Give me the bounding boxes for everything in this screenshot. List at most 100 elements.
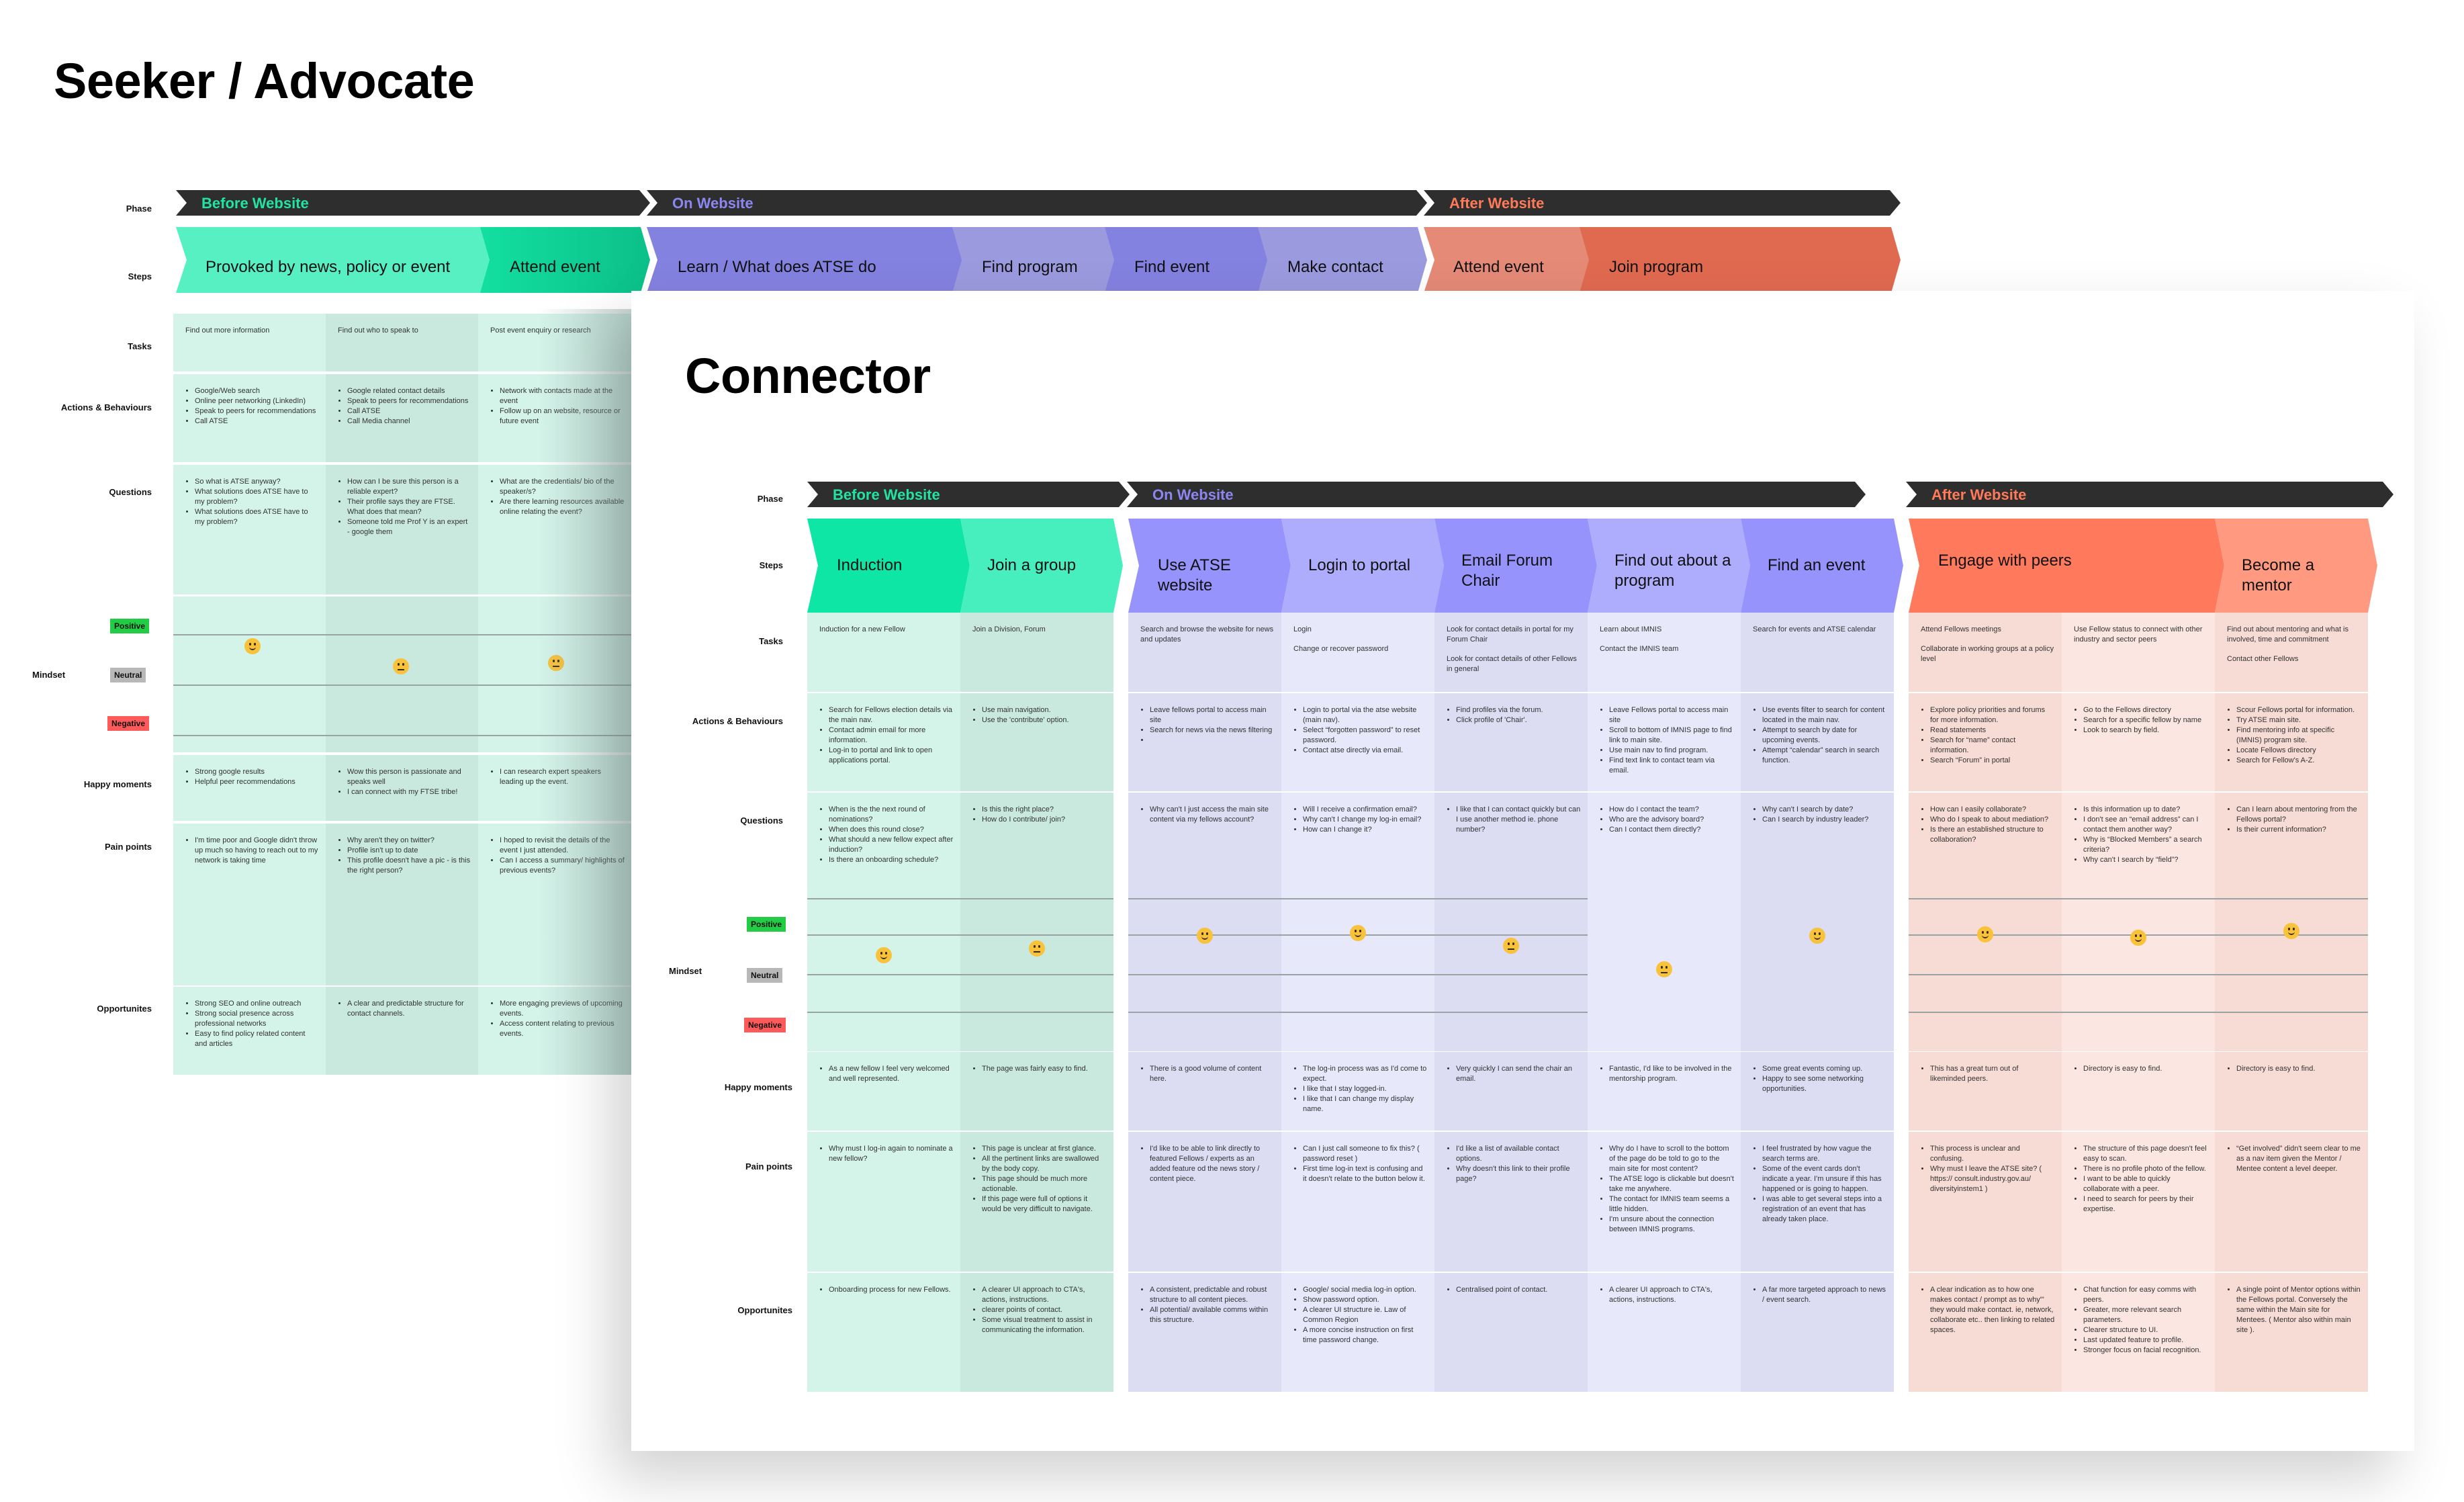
- step-label: Learn / What does ATSE do: [678, 258, 876, 276]
- bullet-list: A clearer UI approach to CTA's, actions,…: [972, 1285, 1107, 1335]
- list-item: How do I contribute/ join?: [982, 815, 1107, 825]
- task-text: Find out more information: [185, 326, 270, 335]
- smiling-face-icon: [1977, 926, 1993, 942]
- emoji-part: [249, 643, 251, 646]
- bullet-list: How can I easily collaborate?Who do I sp…: [1921, 805, 2055, 845]
- list-item: How do I contact the team?: [1609, 805, 1734, 815]
- list-item: Call ATSE: [347, 406, 471, 416]
- emoji-part: [1206, 932, 1208, 935]
- happy-cell: Directory is easy to find.: [2215, 1052, 2368, 1131]
- pain-cell: This process is unclear and confusing.Wh…: [1909, 1132, 2062, 1272]
- step-label: Find out about a program: [1614, 551, 1731, 590]
- bullet-list: Very quickly I can send the chair an ema…: [1447, 1064, 1581, 1084]
- list-item: Explore policy priorities and forums for…: [1930, 705, 2055, 725]
- bullet-list: Strong SEO and online outreachStrong soc…: [185, 999, 319, 1049]
- phase-label: Before Website: [201, 195, 309, 212]
- bullet-list: A clearer UI approach to CTA's, actions,…: [1600, 1285, 1734, 1305]
- list-item: Profile isn't up to date: [347, 846, 471, 856]
- emoji-part: [1819, 932, 1821, 935]
- list-item: Will I receive a confirmation email?: [1303, 805, 1428, 815]
- mindset-cell: [2062, 893, 2215, 1051]
- task-text: Collaborate in working groups at a polic…: [1921, 645, 2054, 663]
- list-item: There is no profile photo of the fellow.: [2083, 1164, 2208, 1174]
- pain-cell: Can I just call someone to fix this? ( p…: [1281, 1132, 1434, 1272]
- task-text: Look for contact details in portal for m…: [1447, 625, 1573, 644]
- list-item: The log-in process was as I'd come to ex…: [1303, 1064, 1428, 1084]
- phase-label: On Website: [672, 195, 754, 212]
- opportunities-cell: Strong SEO and online outreachStrong soc…: [173, 987, 326, 1075]
- step-label: Make contact: [1287, 258, 1383, 276]
- emoji-part: [1512, 942, 1514, 945]
- bullet-list: As a new fellow I feel very welcomed and…: [819, 1064, 954, 1084]
- list-item: Their profile says they are FTSE. What d…: [347, 497, 471, 517]
- mindset-gridline: [1909, 898, 2368, 899]
- list-item: Some visual treatment to assist in commu…: [982, 1315, 1107, 1335]
- list-item: Very quickly I can send the chair an ema…: [1456, 1064, 1581, 1084]
- step: Join program: [1580, 227, 1901, 293]
- list-item: Click profile of 'Chair'.: [1456, 715, 1581, 725]
- questions-cell: Can I learn about mentoring from the Fel…: [2215, 793, 2368, 893]
- questions-cell: I like that I can contact quickly but ca…: [1434, 793, 1588, 893]
- task-text: Look for contact details of other Fellow…: [1447, 655, 1577, 673]
- tasks-cell: Find out who to speak to: [326, 314, 478, 371]
- emoji-part: [1201, 932, 1203, 935]
- tasks-cell: Search and browse the website for news a…: [1128, 613, 1281, 692]
- emoji-part: [1034, 945, 1036, 948]
- list-item: I want to be able to quickly collaborate…: [2083, 1174, 2208, 1194]
- list-item: Someone told me Prof Y is an expert - go…: [347, 517, 471, 537]
- bullet-list: I feel frustrated by how vague the searc…: [1753, 1144, 1887, 1225]
- list-item: A consistent, predictable and robust str…: [1150, 1285, 1275, 1305]
- step-label: Become a mentor: [2242, 556, 2315, 594]
- list-item: I like that I stay logged-in.: [1303, 1084, 1428, 1094]
- task-text: Attend Fellows meetings: [1921, 625, 2001, 633]
- actions-cell: Leave fellows portal to access main site…: [1128, 693, 1281, 791]
- step: Find event: [1105, 227, 1268, 293]
- bullet-list: Scour Fellows portal for information.Try…: [2227, 705, 2361, 766]
- step-label: Join a group: [987, 556, 1077, 574]
- actions-cell: Scour Fellows portal for information.Try…: [2215, 693, 2368, 791]
- questions-cell: How can I be sure this person is a relia…: [326, 465, 478, 594]
- actions-cell: Leave Fellows portal to access main site…: [1588, 693, 1741, 791]
- mindset-gridline: [807, 974, 1113, 975]
- neutral-face-icon: [393, 658, 409, 674]
- list-item: When is the the next round of nomination…: [829, 805, 954, 825]
- opportunities-cell: A clearer UI approach to CTA's, actions,…: [1588, 1273, 1741, 1392]
- bullet-list: A single point of Mentor options within …: [2227, 1285, 2361, 1335]
- list-item: A clear and predictable structure for co…: [347, 999, 471, 1019]
- phase-label: On Website: [1152, 486, 1234, 503]
- badge-neutral: Neutral: [110, 668, 146, 682]
- list-item: A clearer UI approach to CTA's, actions,…: [982, 1285, 1107, 1305]
- step: Provoked by news, policy or event: [176, 227, 492, 293]
- opportunities-cell: A clear and predictable structure for co…: [326, 987, 478, 1075]
- step: Find an event: [1741, 519, 1903, 613]
- list-item: “Get involved” didn't seem clear to me a…: [2236, 1144, 2361, 1174]
- list-item: Try ATSE main site.: [2236, 715, 2361, 725]
- smiling-face-icon: [1350, 925, 1366, 941]
- step-label: Use ATSE website: [1158, 556, 1231, 594]
- neutral-face-icon: [1029, 940, 1045, 957]
- actions-cell: Google/Web searchOnline peer networking …: [173, 374, 326, 462]
- list-item: Wow this person is passionate and speaks…: [347, 767, 471, 787]
- opportunities-cell: Centralised point of contact.: [1434, 1273, 1588, 1392]
- emoji-part: [1508, 942, 1510, 945]
- list-item: I'm time poor and Google didn't throw up…: [195, 836, 319, 866]
- bullet-list: This page is unclear at first glance.All…: [972, 1144, 1107, 1214]
- mindset-cell: [2215, 893, 2368, 1051]
- actions-cell: Use main navigation.Use the 'contribute'…: [960, 693, 1113, 791]
- list-item: I like that I can contact quickly but ca…: [1456, 805, 1581, 835]
- questions-cell: How can I easily collaborate?Who do I sp…: [1909, 793, 2062, 893]
- actions-cell: Login to portal via the atse website (ma…: [1281, 693, 1434, 791]
- list-item: Attempt “calendar” search in search func…: [1762, 746, 1887, 766]
- actions-cell: Go to the Fellows directorySearch for a …: [2062, 693, 2215, 791]
- list-item: Find mentoring info at specific (IMNIS) …: [2236, 725, 2361, 746]
- list-item: Easy to find policy related content and …: [195, 1029, 319, 1049]
- questions-cell: When is the the next round of nomination…: [807, 793, 960, 893]
- list-item: I was able to get several steps into a r…: [1762, 1194, 1887, 1225]
- list-item: A clear indication as to how one makes c…: [1930, 1285, 2055, 1335]
- list-item: There is a good volume of content here.: [1150, 1064, 1275, 1084]
- smiling-face-icon: [2130, 930, 2146, 946]
- bullet-list: Directory is easy to find.: [2074, 1064, 2208, 1074]
- row-label-happy: Happy moments: [83, 779, 152, 789]
- list-item: Show password option.: [1303, 1295, 1428, 1305]
- questions-cell: Will I receive a confirmation email?Why …: [1281, 793, 1434, 893]
